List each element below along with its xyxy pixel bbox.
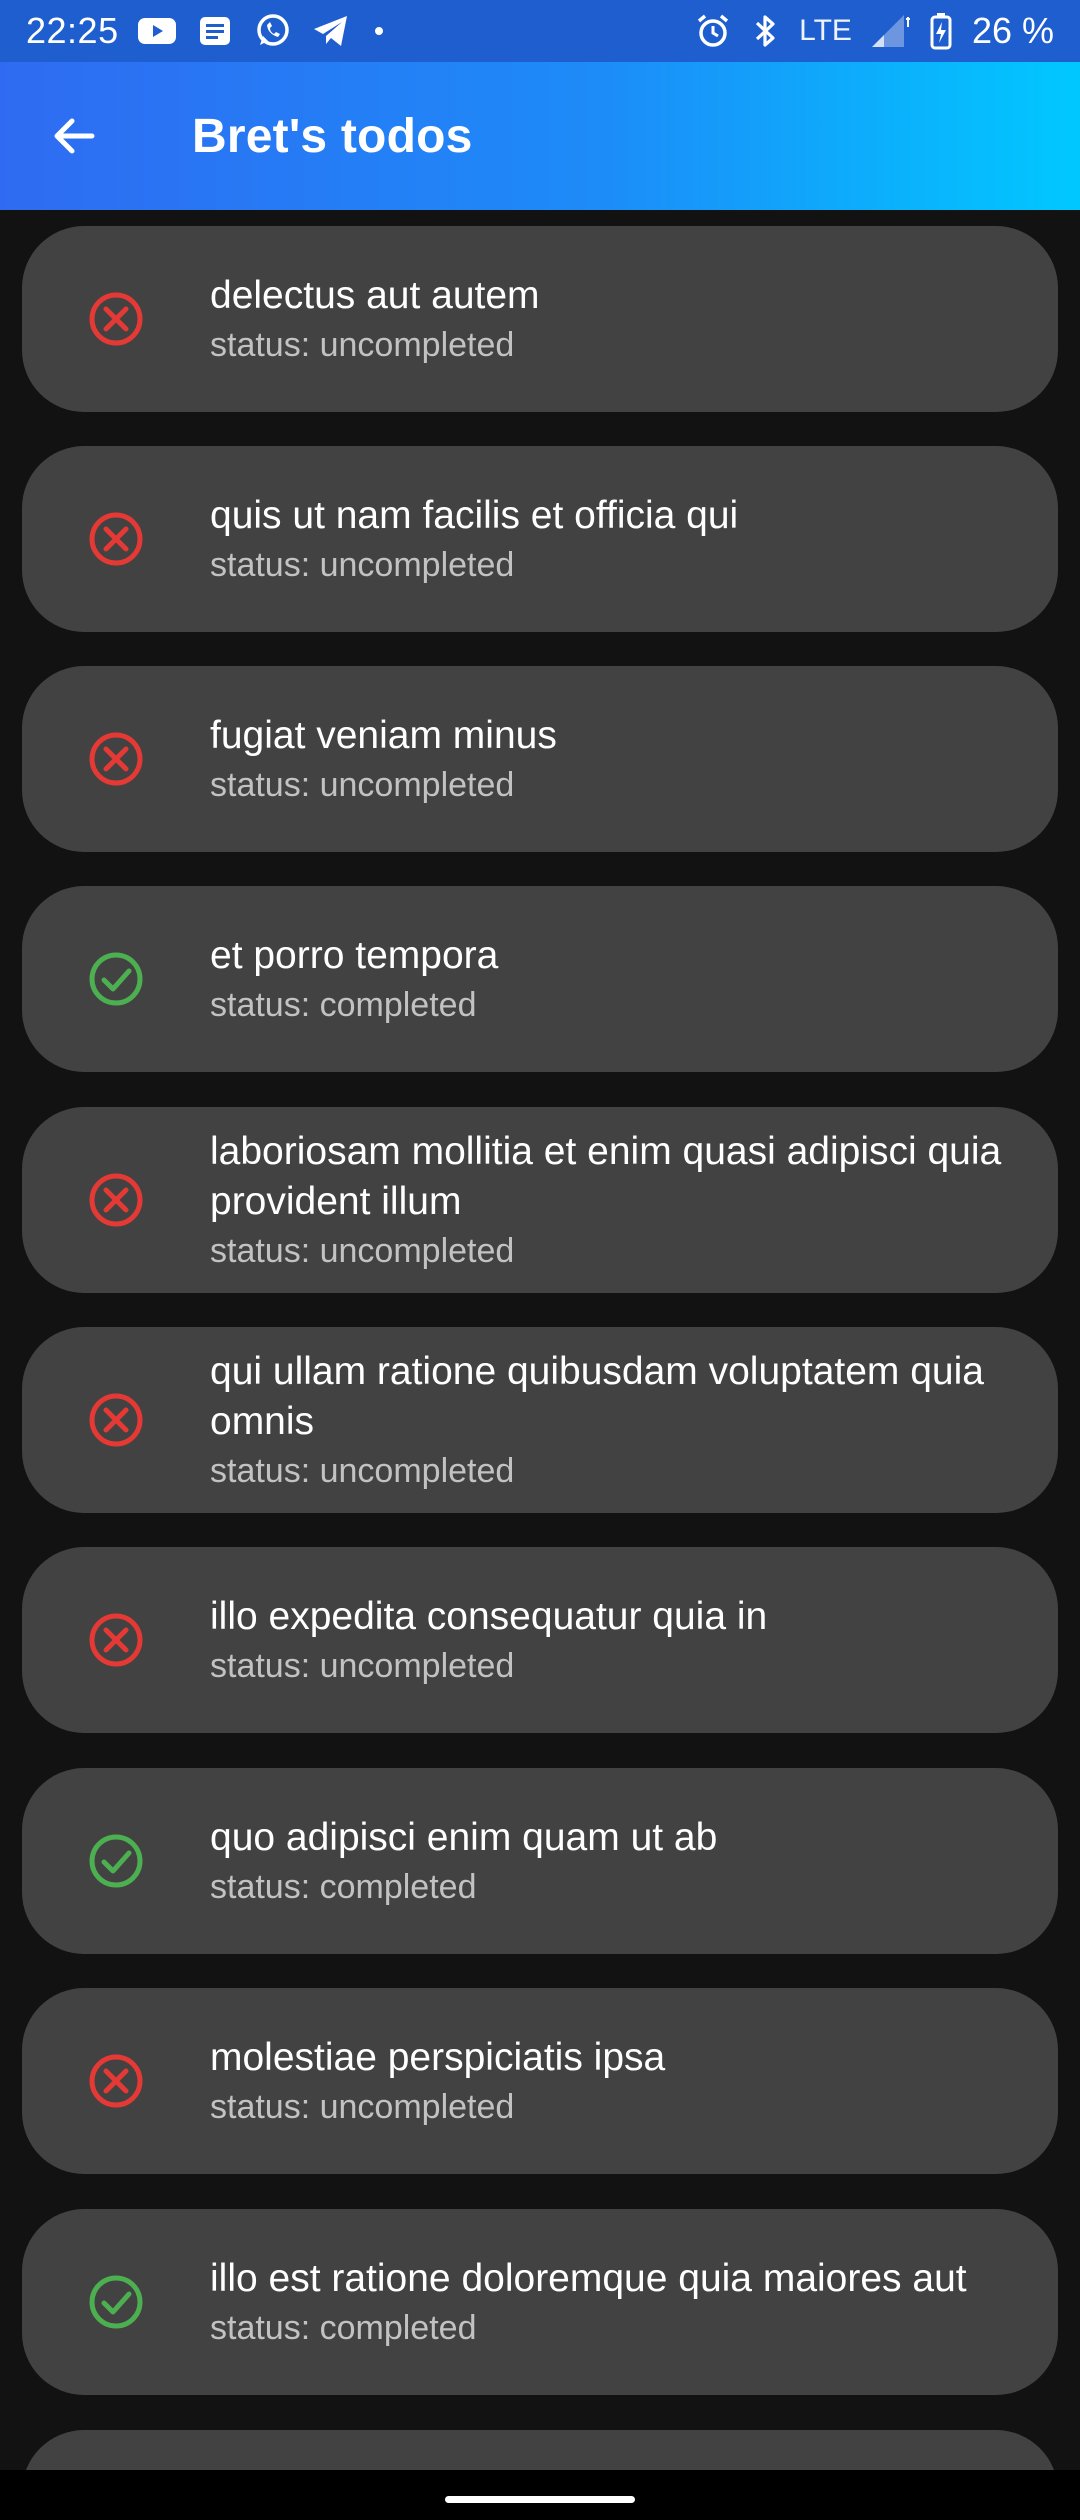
youtube-icon [137, 11, 177, 51]
app-bar: Bret's todos [0, 62, 1080, 210]
battery-charging-icon [928, 11, 954, 51]
screen: 22:25 LTE 26 % Bret's todos delectus aut… [0, 0, 1080, 2520]
todo-item[interactable]: quis ut nam facilis et officia qui statu… [22, 446, 1058, 632]
status-bar-left: 22:25 [26, 10, 389, 52]
uncompleted-icon [68, 491, 164, 587]
uncompleted-icon [68, 271, 164, 367]
telegram-icon [311, 11, 351, 51]
todo-title: quis ut nam facilis et officia qui [210, 494, 739, 537]
todo-status: status: uncompleted [210, 766, 515, 804]
todo-status: status: uncompleted [210, 2088, 515, 2126]
todo-title: quo adipisci enim quam ut ab [210, 1816, 718, 1859]
network-type: LTE [799, 14, 852, 47]
home-gesture-handle[interactable] [445, 2496, 635, 2503]
todo-text: qui ullam ratione quibusdam voluptatem q… [210, 1327, 1018, 1513]
todo-text: delectus aut autem status: uncompleted [210, 226, 1018, 412]
signal-icon [870, 11, 910, 51]
status-bar: 22:25 LTE 26 % [0, 0, 1080, 62]
todo-item[interactable]: laboriosam mollitia et enim quasi adipis… [22, 1107, 1058, 1293]
todo-item[interactable]: delectus aut autem status: uncompleted [22, 226, 1058, 412]
todo-status: status: uncompleted [210, 1647, 515, 1685]
todo-text: molestiae perspiciatis ipsa status: unco… [210, 1988, 1018, 2174]
alarm-icon [693, 11, 733, 51]
todo-text: fugiat veniam minus status: uncompleted [210, 666, 1018, 852]
todo-list[interactable]: delectus aut autem status: uncompleted q… [0, 210, 1080, 2470]
status-time: 22:25 [26, 10, 119, 51]
todo-title: qui ullam ratione quibusdam voluptatem q… [210, 1350, 984, 1443]
todo-text: quis ut nam facilis et officia qui statu… [210, 446, 1018, 632]
todo-status: status: completed [210, 2309, 477, 2347]
todo-status: status: completed [210, 1868, 477, 1906]
todo-title: molestiae perspiciatis ipsa [210, 2036, 666, 2079]
uncompleted-icon [68, 2033, 164, 2129]
page-title: Bret's todos [192, 109, 473, 163]
todo-item[interactable]: molestiae perspiciatis ipsa status: unco… [22, 1988, 1058, 2174]
completed-icon [68, 931, 164, 1027]
todo-item[interactable]: et porro tempora status: completed [22, 886, 1058, 1072]
todo-item[interactable]: illo est ratione doloremque quia maiores… [22, 2209, 1058, 2395]
todo-text: laboriosam mollitia et enim quasi adipis… [210, 1107, 1018, 1293]
arrow-back-icon [54, 118, 95, 154]
news-icon [195, 11, 235, 51]
todo-title: delectus aut autem [210, 274, 540, 317]
todo-title: et porro tempora [210, 934, 499, 977]
todo-item[interactable]: illo expedita consequatur quia in status… [22, 1547, 1058, 1733]
todo-text: illo expedita consequatur quia in status… [210, 1547, 1018, 1733]
dot-icon [369, 11, 389, 51]
status-bar-right: LTE 26 % [693, 10, 1054, 52]
uncompleted-icon [68, 1592, 164, 1688]
todo-item[interactable]: quo adipisci enim quam ut ab status: com… [22, 1768, 1058, 1954]
completed-icon [68, 1813, 164, 1909]
todo-status: status: uncompleted [210, 1452, 515, 1490]
uncompleted-icon [68, 1152, 164, 1248]
todo-text: et porro tempora status: completed [210, 886, 1018, 1072]
todo-item-partial[interactable] [22, 2430, 1058, 2470]
todo-item[interactable]: qui ullam ratione quibusdam voluptatem q… [22, 1327, 1058, 1513]
todo-title: illo est ratione doloremque quia maiores… [210, 2257, 967, 2300]
todo-title: laboriosam mollitia et enim quasi adipis… [210, 1130, 1002, 1223]
todo-title: illo expedita consequatur quia in [210, 1595, 768, 1638]
todo-title: fugiat veniam minus [210, 714, 557, 757]
uncompleted-icon [68, 1372, 164, 1468]
whatsapp-icon [253, 11, 293, 51]
todo-status: status: uncompleted [210, 1232, 515, 1270]
battery-level: 26 % [971, 10, 1054, 51]
navigation-bar [0, 2470, 1080, 2520]
back-button[interactable] [26, 88, 122, 184]
todo-status: status: completed [210, 986, 477, 1024]
todo-status: status: uncompleted [210, 546, 515, 584]
bluetooth-icon [751, 11, 781, 51]
todo-text: illo est ratione doloremque quia maiores… [210, 2209, 1018, 2395]
uncompleted-icon [68, 711, 164, 807]
todo-status: status: uncompleted [210, 326, 515, 364]
todo-item[interactable]: fugiat veniam minus status: uncompleted [22, 666, 1058, 852]
completed-icon [68, 2254, 164, 2350]
todo-text: quo adipisci enim quam ut ab status: com… [210, 1768, 1018, 1954]
